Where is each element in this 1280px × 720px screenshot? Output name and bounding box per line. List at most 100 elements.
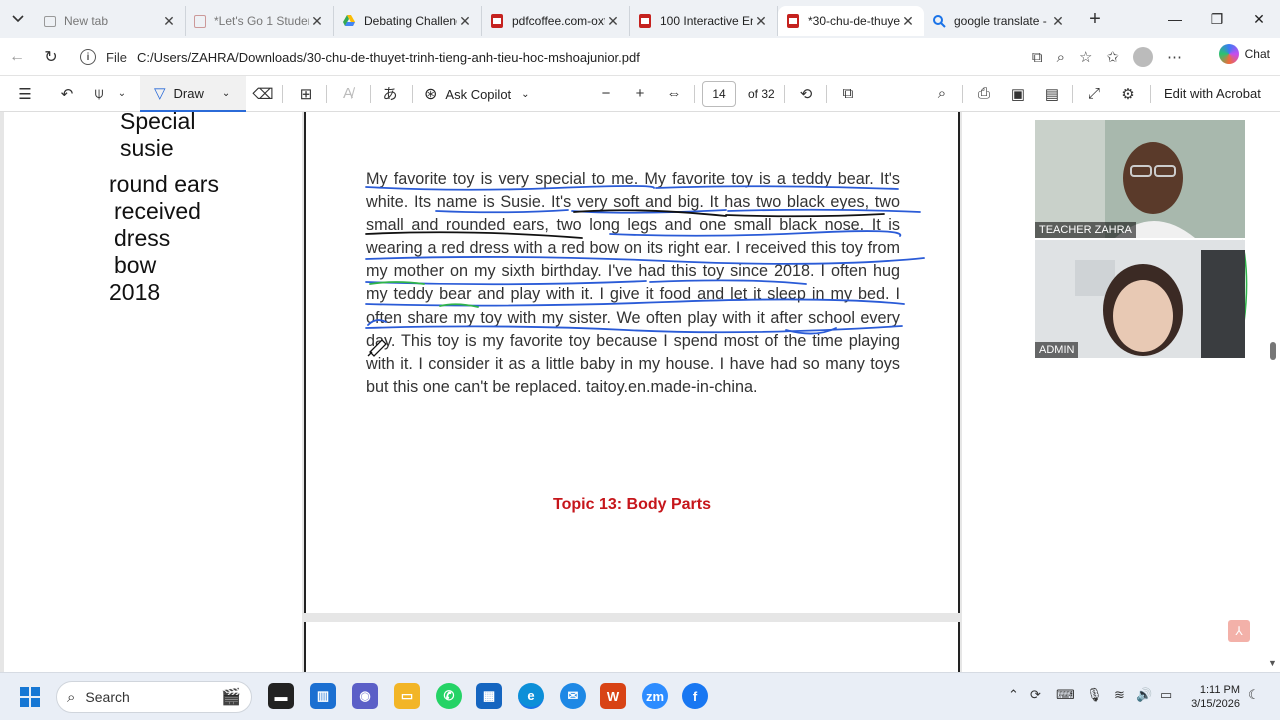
tab-lets-go[interactable]: *Let's Go 1 Student ✕ [186,6,334,36]
tab-debating-challenge[interactable]: Debating Challenge ✕ [334,6,482,36]
close-tab-icon[interactable]: ✕ [900,13,916,30]
save-as-icon[interactable]: ▤ [1040,76,1064,112]
widgets-icon[interactable]: ▥ [310,683,336,709]
search-icon[interactable]: ⌕ [930,76,954,112]
windows-start-icon[interactable] [20,687,40,707]
search-icon: ⌕ [67,688,76,706]
taskbar-search[interactable]: ⌕ Search 🎬 [56,681,252,713]
edit-with-acrobat-button[interactable]: Edit with Acrobat [1164,86,1261,101]
note-text: susie [120,135,174,161]
acrobat-icon[interactable]: ⅄ [1228,620,1250,642]
system-clock[interactable]: 1:11 PM 3/15/2026 [1191,683,1240,711]
ask-copilot-button[interactable]: ⊛ Ask Copilot ⌄ [424,76,530,112]
close-tab-icon[interactable]: ✕ [1050,13,1066,30]
close-window-icon[interactable]: ✕ [1238,0,1280,38]
close-tab-icon[interactable]: ✕ [457,13,473,30]
topic-heading: Topic 13: Body Parts [553,496,711,513]
separator [1072,85,1073,103]
new-tab-button[interactable]: + [1080,8,1110,31]
copilot-chat-button[interactable]: Chat [1218,44,1270,64]
settings-gear-icon[interactable]: ⚙ [1116,76,1140,112]
info-icon[interactable]: i [80,49,96,65]
volume-icon[interactable]: 🔊 [1136,687,1152,703]
ink-annotations [365,185,925,357]
edge-icon[interactable]: e [518,683,544,709]
reload-icon[interactable]: ↻ [34,47,68,67]
teams-icon[interactable]: ◉ [352,683,378,709]
ink-underline [365,231,583,239]
more-menu-icon[interactable]: ⋯ [1167,48,1182,66]
translate-icon[interactable]: あ [378,76,402,112]
tab-pdfcoffee[interactable]: pdfcoffee.com-oxfo ✕ [482,6,630,36]
search-icon [933,15,946,28]
microphone-icon[interactable]: 🎙 [1086,687,1103,703]
url-text[interactable]: C:/Users/ZAHRA/Downloads/30-chu-de-thuye… [137,50,640,65]
tab-30-chu-de[interactable]: *30-chu-de-thuyet-t ✕ [778,6,924,36]
task-view-icon[interactable]: ▬ [268,683,294,709]
close-tab-icon[interactable]: ✕ [309,13,325,30]
page-view-icon[interactable]: ⧉ [836,76,860,112]
tab-actions-menu-button[interactable] [0,0,36,38]
draw-button[interactable]: ▽ Draw ⌄ [140,76,246,112]
page-number-input[interactable]: 14 [702,81,736,107]
save-icon[interactable]: ▣ [1006,76,1030,112]
keyboard-icon[interactable]: ⌨ [1056,687,1075,703]
search-highlight-icon: 🎬 [221,689,241,706]
wifi-icon[interactable]: ≋ [1114,687,1125,703]
profile-avatar-icon[interactable] [1133,47,1153,67]
address-bar[interactable]: i File C:/Users/ZAHRA/Downloads/30-chu-d… [72,42,1182,72]
favorites-icon[interactable]: ✩ [1106,48,1119,66]
facebook-icon[interactable]: f [682,683,708,709]
vertical-scrollbar[interactable]: ▼ [1266,112,1280,672]
tab-google-translate[interactable]: google translate - S ✕ [924,6,1074,36]
ink-underline [727,208,921,213]
favorite-star-icon[interactable]: ☆ [1079,48,1092,66]
chevron-down-icon[interactable]: ⌄ [114,76,130,112]
store-icon[interactable]: ▦ [476,683,502,709]
undo-icon[interactable]: ↶ [54,76,80,112]
zoom-icon[interactable]: zm [642,683,668,709]
read-aloud-icon[interactable]: ⧉ [1032,49,1043,66]
close-tab-icon[interactable]: ✕ [753,13,769,30]
eraser-icon[interactable]: ⌫ [252,76,274,112]
sync-icon[interactable]: ⟳ [1030,687,1041,703]
zoom-in-icon[interactable]: + [630,76,650,112]
ink-underline [365,256,925,265]
page-total: of 32 [748,87,775,101]
battery-icon[interactable]: ▭ [1160,687,1172,703]
rotate-icon[interactable]: ⟲ [794,76,818,112]
restore-icon[interactable]: ❐ [1196,0,1238,38]
tab-100-interactive[interactable]: 100 Interactive Eng ✕ [630,6,778,36]
chevron-up-icon[interactable]: ⌃ [1008,687,1019,703]
back-arrow-icon[interactable]: ← [0,48,34,66]
fit-to-width-icon[interactable]: ⇔ [662,76,686,112]
scrollbar-thumb[interactable] [1270,342,1276,360]
ink-underline [725,213,885,218]
tab-new-tab[interactable]: New tab ✕ [36,6,186,36]
separator [826,85,827,103]
add-text-icon[interactable]: ⊞ [294,76,318,112]
zoom-icon[interactable]: ⌕ [1057,49,1065,66]
google-drive-icon [343,15,355,26]
close-tab-icon[interactable]: ✕ [605,13,621,30]
ink-underline [655,185,899,190]
wps-office-icon[interactable]: W [600,683,626,709]
chevron-down-icon[interactable]: ⌄ [222,88,230,99]
print-icon[interactable]: ⎙ [972,76,996,112]
zoom-out-icon[interactable]: − [596,76,616,112]
fullscreen-icon[interactable]: ⤢ [1082,76,1106,112]
chevron-down-icon: ⌄ [521,88,530,100]
pdf-viewer: Special susie round ears received dress … [0,112,1280,672]
video-tile-admin: ADMIN [1035,240,1245,358]
close-tab-icon[interactable]: ✕ [161,13,177,30]
minimize-icon[interactable]: — [1154,0,1196,38]
messenger-icon[interactable]: ✉ [560,683,586,709]
scroll-down-arrow-icon[interactable]: ▼ [1268,658,1277,668]
notifications-icon[interactable]: ☾ [1248,687,1260,703]
highlight-icon[interactable]: ⍦ [86,76,112,112]
file-explorer-icon[interactable]: ▭ [394,683,420,709]
table-of-contents-icon[interactable]: ☰ [12,76,38,112]
whatsapp-icon[interactable]: ✆ [436,683,462,709]
chevron-down-icon [12,15,24,23]
read-aloud-icon[interactable]: A̸ [336,76,360,112]
